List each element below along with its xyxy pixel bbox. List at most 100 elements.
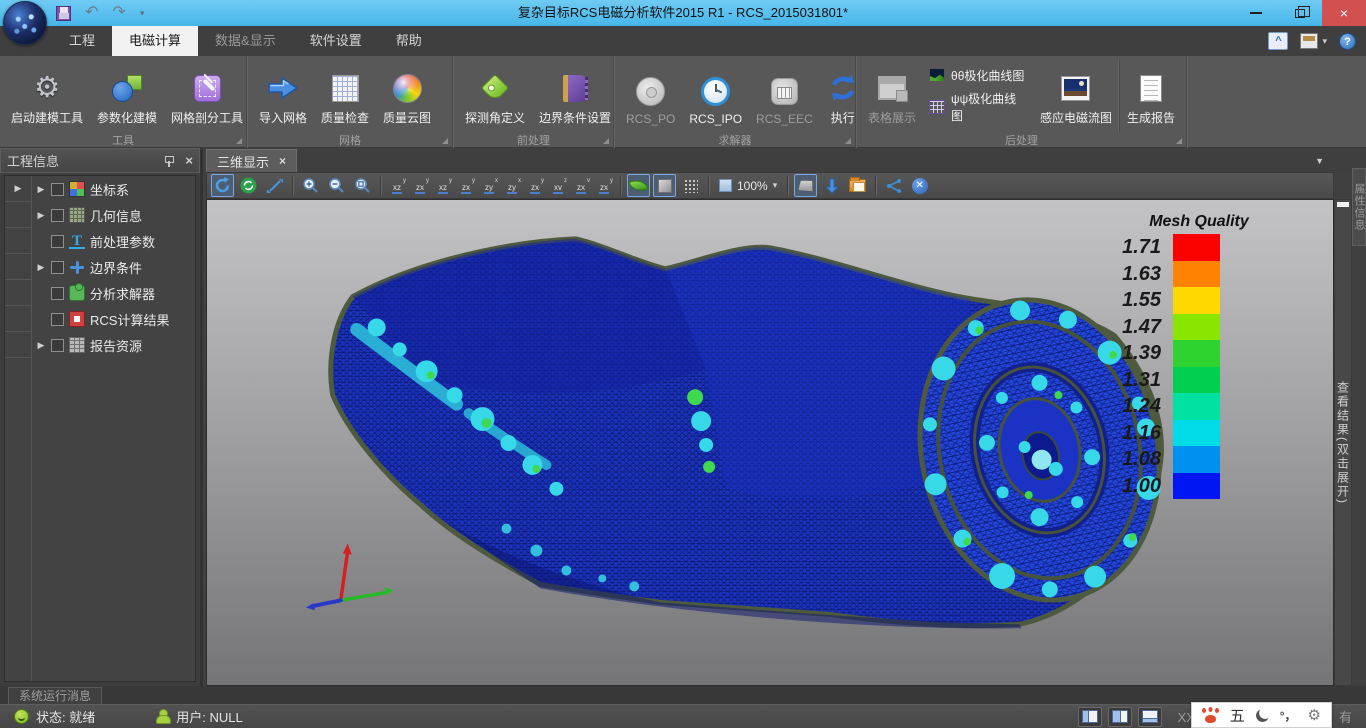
ime-settings-gear-icon[interactable]: ⚙ xyxy=(1308,708,1321,723)
ribbon-button-rcs-po[interactable]: RCS_PO xyxy=(619,58,682,132)
gutter-cell[interactable] xyxy=(5,202,31,228)
checkbox[interactable] xyxy=(51,287,64,300)
checkbox[interactable] xyxy=(51,209,64,222)
view-orientation-button[interactable]: yzx xyxy=(594,175,614,196)
checkbox[interactable] xyxy=(51,261,64,274)
expand-arrow-icon[interactable]: ▶ xyxy=(36,184,46,195)
perspective-button[interactable] xyxy=(794,174,817,197)
zoom-dropdown-icon[interactable]: ▾ xyxy=(773,180,778,191)
fit-extend-button[interactable] xyxy=(263,174,286,197)
shaded-render-button[interactable] xyxy=(627,174,650,197)
ribbon-button-table-display[interactable]: 表格展示 xyxy=(861,58,923,132)
view-orientation-button[interactable]: yzx xyxy=(410,175,430,196)
help-icon[interactable]: ? xyxy=(1339,33,1356,50)
gutter-cell[interactable] xyxy=(5,306,31,332)
sync-view-button[interactable] xyxy=(237,174,260,197)
gutter-cell[interactable]: ▶ xyxy=(5,176,31,202)
ribbon-button-parametric-modeling[interactable]: 参数化建模 xyxy=(90,58,164,132)
checkbox[interactable] xyxy=(51,235,64,248)
tree-item-analysis-solver[interactable]: 分析求解器 xyxy=(32,280,195,306)
layout-left-panel-button[interactable] xyxy=(1078,707,1102,727)
wireframe-render-button[interactable] xyxy=(679,174,702,197)
ribbon-button-probe-angle-define[interactable]: 探测角定义 xyxy=(458,58,532,132)
view-orientation-button[interactable]: xzy xyxy=(502,175,522,196)
app-logo-icon[interactable] xyxy=(3,1,47,45)
pin-icon[interactable] xyxy=(163,155,175,167)
results-collapsed-strip[interactable]: 查看结果(双击展开) xyxy=(1334,199,1352,686)
ribbon-button-start-modeling-tool[interactable]: ⚙ 启动建模工具 xyxy=(4,58,90,132)
ime-mode-label[interactable]: 五 xyxy=(1230,705,1245,726)
collapse-ribbon-icon[interactable]: ^ xyxy=(1268,32,1288,50)
menu-tab-software-settings[interactable]: 软件设置 xyxy=(293,26,379,56)
ribbon-button-psi-polarization-curve[interactable]: ψψ极化曲线图 xyxy=(929,90,1027,124)
ribbon-button-quality-check[interactable]: 质量检查 xyxy=(314,58,376,132)
window-style-icon[interactable] xyxy=(1300,33,1318,49)
menu-tab-project[interactable]: 工程 xyxy=(52,26,112,56)
properties-panel-tab[interactable]: 属性信息 xyxy=(1352,168,1366,246)
view-orientation-button[interactable]: xzy xyxy=(479,175,499,196)
minimize-button[interactable] xyxy=(1234,0,1278,26)
view-orientation-button[interactable]: yzx xyxy=(525,175,545,196)
menu-tab-help[interactable]: 帮助 xyxy=(379,26,439,56)
ime-paw-icon[interactable] xyxy=(1202,708,1219,723)
group-expand-icon[interactable] xyxy=(1176,138,1182,144)
view-orientation-button[interactable]: yxz xyxy=(433,175,453,196)
system-message-tab[interactable]: 系统运行消息 xyxy=(8,687,102,704)
group-expand-icon[interactable] xyxy=(603,138,609,144)
tree-item-report-resources[interactable]: ▶ 报告资源 xyxy=(32,332,195,358)
view-orientation-button[interactable]: vzx xyxy=(571,175,591,196)
expand-arrow-icon[interactable]: ▶ xyxy=(36,262,46,273)
close-view-button[interactable]: ✕ xyxy=(908,174,931,197)
ribbon-button-rcs-ipo[interactable]: RCS_IPO xyxy=(682,58,749,132)
menu-tab-data-display[interactable]: 数据&显示 xyxy=(198,26,293,56)
tab-3d-display[interactable]: 三维显示 × xyxy=(206,149,297,172)
close-button[interactable]: × xyxy=(1322,0,1366,26)
zoom-in-button[interactable] xyxy=(299,174,322,197)
checkbox[interactable] xyxy=(51,313,64,326)
group-expand-icon[interactable] xyxy=(845,138,851,144)
share-button[interactable] xyxy=(882,174,905,197)
checkbox[interactable] xyxy=(51,183,64,196)
checkbox[interactable] xyxy=(51,339,64,352)
expand-arrow-icon[interactable]: ▶ xyxy=(36,210,46,221)
gutter-cell[interactable] xyxy=(5,228,31,254)
zoom-level-select[interactable]: 100% ▾ xyxy=(715,179,781,193)
panel-close-icon[interactable]: × xyxy=(185,153,193,168)
tree-item-coordinate-system[interactable]: ▶ 坐标系 xyxy=(32,176,195,202)
tree-item-boundary-conditions[interactable]: ▶ 边界条件 xyxy=(32,254,195,280)
ime-punctuation-toggle[interactable]: °， xyxy=(1280,707,1297,724)
zoom-out-button[interactable] xyxy=(325,174,348,197)
tab-list-dropdown-icon[interactable]: ▼ xyxy=(1315,156,1324,166)
ribbon-button-mesh-partition-tool[interactable]: 网格剖分工具 xyxy=(164,58,250,132)
zoom-window-button[interactable] xyxy=(351,174,374,197)
ime-moon-icon[interactable] xyxy=(1256,709,1269,722)
layout-wide-panel-button[interactable] xyxy=(1108,707,1132,727)
expand-arrow-icon[interactable]: ▶ xyxy=(36,340,46,351)
gutter-cell[interactable] xyxy=(5,332,31,358)
tree-item-rcs-results[interactable]: RCS计算结果 xyxy=(32,306,195,332)
gutter-cell[interactable] xyxy=(5,280,31,306)
view-orientation-button[interactable]: yzx xyxy=(456,175,476,196)
window-style-dropdown-icon[interactable]: ▾ xyxy=(1322,36,1327,47)
gutter-cell[interactable] xyxy=(5,254,31,280)
ribbon-button-quality-cloud-map[interactable]: 质量云图 xyxy=(376,58,438,132)
drop-view-button[interactable] xyxy=(820,174,843,197)
surface-render-button[interactable] xyxy=(653,174,676,197)
ribbon-button-boundary-condition-settings[interactable]: 边界条件设置 xyxy=(532,58,618,132)
menu-tab-em-computation[interactable]: 电磁计算 xyxy=(112,26,198,56)
ribbon-button-generate-report[interactable]: 生成报告 xyxy=(1119,58,1182,132)
layout-bottom-panel-button[interactable] xyxy=(1138,707,1162,727)
rotate-tool-button[interactable] xyxy=(211,174,234,197)
ribbon-button-theta-polarization-curve[interactable]: θθ极化曲线图 xyxy=(929,67,1027,84)
ribbon-button-rcs-eec[interactable]: RCS_EEC xyxy=(749,58,820,132)
view-orientation-button[interactable]: zxv xyxy=(548,175,568,196)
tab-close-icon[interactable]: × xyxy=(279,154,286,168)
viewport-3d[interactable]: Mesh Quality 1.71 1.63 1.55 1.47 1.39 1.… xyxy=(206,199,1334,686)
group-expand-icon[interactable] xyxy=(236,138,242,144)
view-orientation-button[interactable]: yxz xyxy=(387,175,407,196)
tree-item-geometry-info[interactable]: ▶ 几何信息 xyxy=(32,202,195,228)
ribbon-button-import-mesh[interactable]: 导入网格 xyxy=(252,58,314,132)
restore-button[interactable] xyxy=(1278,0,1322,26)
ribbon-button-induced-em-current-map[interactable]: 感应电磁流图 xyxy=(1033,58,1119,132)
tree-item-preprocess-params[interactable]: T 前处理参数 xyxy=(32,228,195,254)
